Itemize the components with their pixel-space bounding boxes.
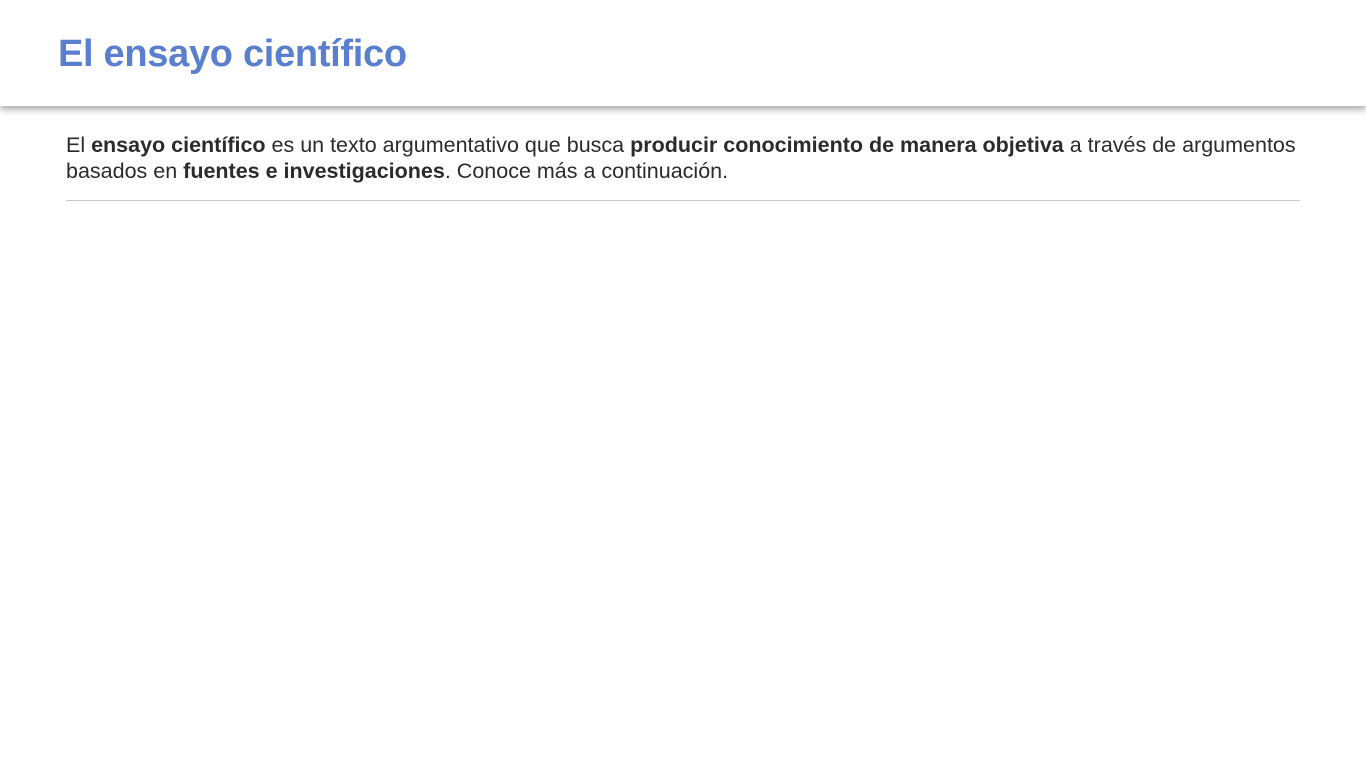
intro-text: es un texto argumentativo que busca <box>265 133 631 157</box>
intro-text: . Conoce más a continuación. <box>444 159 729 183</box>
intro-highlight: ensayo científico <box>91 133 266 157</box>
intro-paragraph: El ensayo científico es un texto argumen… <box>66 132 1300 184</box>
main-content: El ensayo científico es un texto argumen… <box>66 132 1300 201</box>
intro-text: El <box>66 133 92 157</box>
intro-highlight: fuentes e investigaciones <box>183 159 445 183</box>
section-divider <box>66 200 1300 201</box>
intro-highlight: producir conocimiento de manera objetiva <box>630 133 1064 157</box>
page-title: El ensayo científico <box>58 33 407 75</box>
page-header: El ensayo científico <box>0 0 1366 106</box>
